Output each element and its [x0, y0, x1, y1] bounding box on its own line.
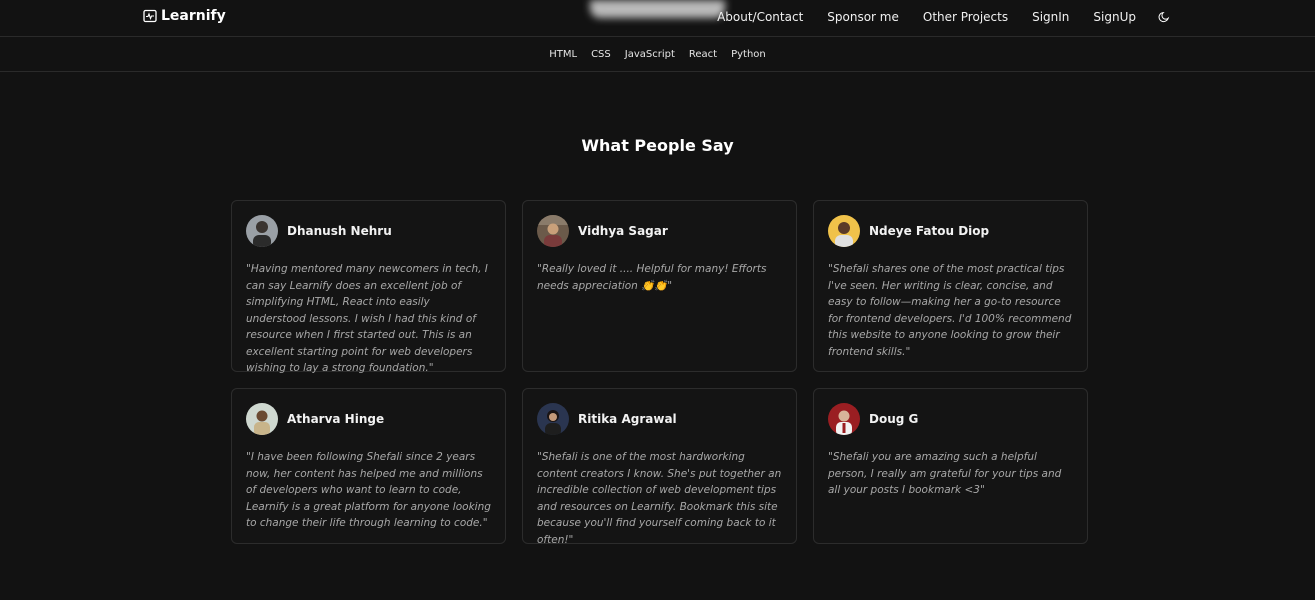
testimonial-card: Ndeye Fatou Diop "Shefali shares one of … [813, 200, 1088, 372]
testimonial-card: Ritika Agrawal "Shefali is one of the mo… [522, 388, 797, 546]
subnav-link-javascript[interactable]: JavaScript [625, 49, 675, 60]
subnav-link-html[interactable]: HTML [549, 49, 577, 60]
testimonial-quote: "Shefali shares one of the most practica… [828, 263, 1072, 358]
testimonial-quote: "Shefali is one of the most hardworking … [537, 451, 782, 546]
brand-name: Learnify [161, 8, 226, 24]
subnav-link-css[interactable]: CSS [591, 49, 611, 60]
testimonial-quote: "Really loved it .... Helpful for many! … [537, 263, 767, 292]
nav-link-sponsor[interactable]: Sponsor me [827, 10, 899, 24]
moon-icon[interactable] [1158, 11, 1170, 23]
avatar [828, 215, 860, 247]
nav-link-signin[interactable]: SignIn [1032, 10, 1069, 24]
avatar [246, 403, 278, 435]
testimonial-card: Dhanush Nehru "Having mentored many newc… [231, 200, 506, 374]
testimonials-grid: Dhanush Nehru "Having mentored many newc… [231, 200, 1089, 546]
avatar [537, 403, 569, 435]
nav-link-about-contact[interactable]: About/Contact [717, 10, 803, 24]
testimonial-card: Atharva Hinge "I have been following She… [231, 388, 506, 544]
testimonial-name: Atharva Hinge [287, 412, 385, 426]
section-title: What People Say [581, 136, 734, 155]
subnav-link-react[interactable]: React [689, 49, 717, 60]
testimonial-card: Doug G "Shefali you are amazing such a h… [813, 388, 1088, 544]
testimonial-card: Vidhya Sagar "Really loved it .... Helpf… [522, 200, 797, 372]
testimonial-name: Vidhya Sagar [578, 224, 668, 238]
blurred-banner [590, 0, 725, 18]
activity-icon [143, 9, 157, 23]
testimonial-name: Dhanush Nehru [287, 224, 392, 238]
nav-links: About/Contact Sponsor me Other Projects … [717, 10, 1170, 24]
subnav-link-python[interactable]: Python [731, 49, 766, 60]
avatar [246, 215, 278, 247]
avatar [828, 403, 860, 435]
nav-link-signup[interactable]: SignUp [1093, 10, 1136, 24]
brand-logo[interactable]: Learnify [143, 8, 226, 24]
testimonial-name: Doug G [869, 412, 919, 426]
topic-subnav: HTML CSS JavaScript React Python [0, 37, 1315, 72]
top-navbar: Learnify About/Contact Sponsor me Other … [0, 0, 1315, 37]
testimonial-quote: "I have been following Shefali since 2 y… [246, 451, 491, 529]
testimonial-name: Ritika Agrawal [578, 412, 677, 426]
nav-link-other-projects[interactable]: Other Projects [923, 10, 1008, 24]
avatar [537, 215, 569, 247]
testimonial-name: Ndeye Fatou Diop [869, 224, 990, 238]
testimonial-quote: "Having mentored many newcomers in tech,… [246, 263, 488, 374]
testimonial-quote: "Shefali you are amazing such a helpful … [828, 451, 1062, 496]
